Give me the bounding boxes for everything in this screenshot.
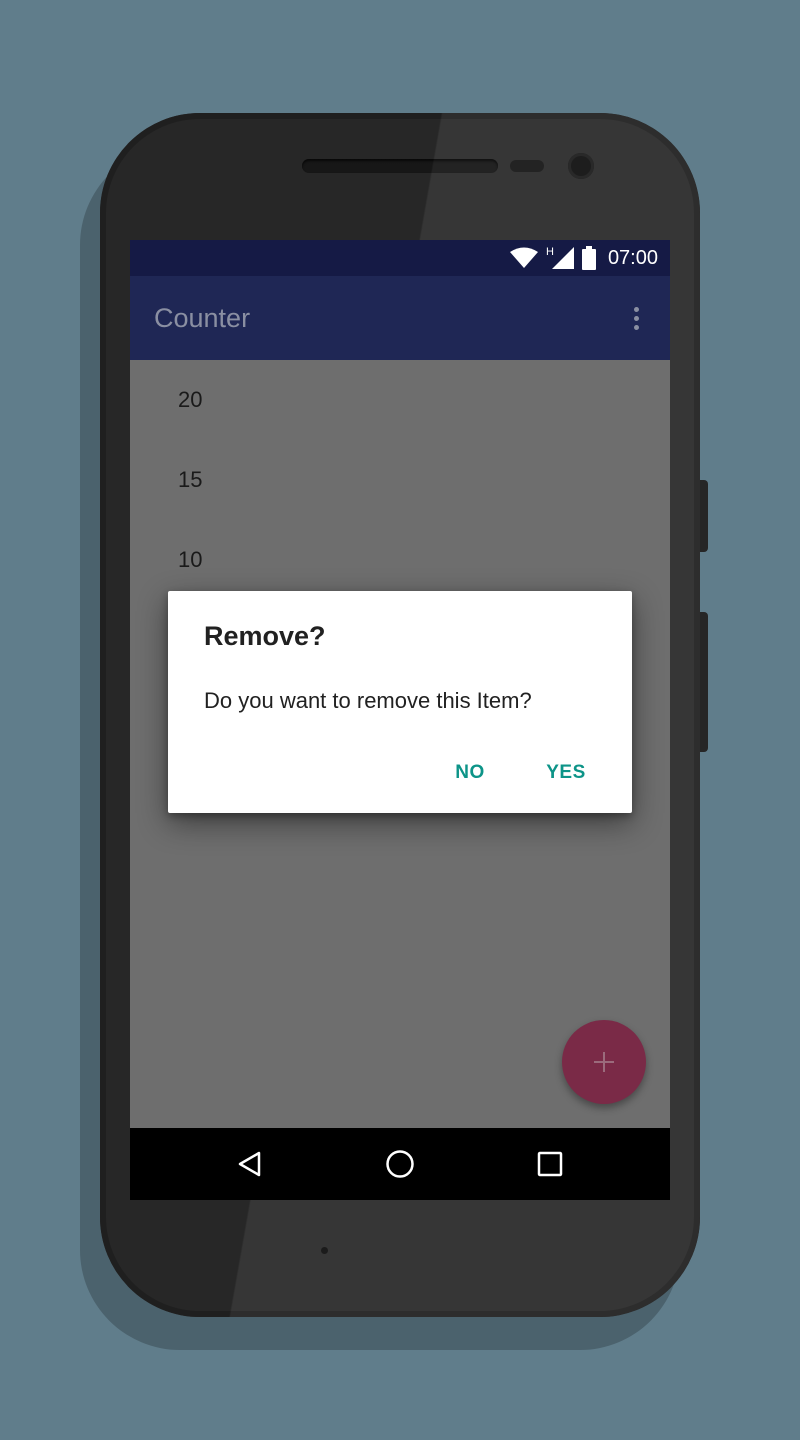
home-button[interactable] [364, 1128, 436, 1200]
list-item[interactable]: 20 [130, 360, 670, 440]
status-icons: H 07:00 [509, 240, 658, 276]
back-button[interactable] [214, 1128, 286, 1200]
microphone [321, 1247, 328, 1254]
list-item[interactable]: 10 [130, 520, 670, 600]
wifi-icon [509, 247, 538, 268]
navigation-bar [130, 1128, 670, 1200]
plus-icon [594, 1052, 614, 1072]
more-vert-icon[interactable] [620, 302, 652, 334]
power-button [700, 480, 708, 552]
back-icon [238, 1151, 261, 1177]
app-title: Counter [154, 303, 251, 333]
remove-dialog: Remove? Do you want to remove this Item?… [168, 591, 632, 813]
dialog-message: Do you want to remove this Item? [204, 688, 532, 713]
status-bar: H 07:00 [130, 240, 670, 276]
menu-dot [633, 306, 639, 312]
recents-button[interactable] [514, 1128, 586, 1200]
front-camera [568, 153, 594, 179]
app-bar: Counter [130, 276, 670, 360]
counter-list: 20 15 10 [130, 360, 670, 600]
menu-dot [633, 324, 639, 330]
recents-icon [537, 1151, 563, 1177]
menu-dot [633, 315, 639, 321]
yes-button[interactable]: YES [534, 751, 598, 795]
volume-button [700, 612, 708, 752]
status-time: 07:00 [607, 246, 658, 269]
no-button[interactable]: NO [438, 751, 502, 795]
list-item[interactable]: 15 [130, 440, 670, 520]
cell-signal-icon [551, 247, 574, 269]
dialog-title: Remove? [204, 621, 326, 651]
battery-icon [581, 246, 596, 270]
earpiece-speaker [302, 159, 498, 173]
home-icon [386, 1150, 414, 1178]
add-button[interactable] [562, 1020, 646, 1104]
proximity-sensor [510, 160, 544, 172]
